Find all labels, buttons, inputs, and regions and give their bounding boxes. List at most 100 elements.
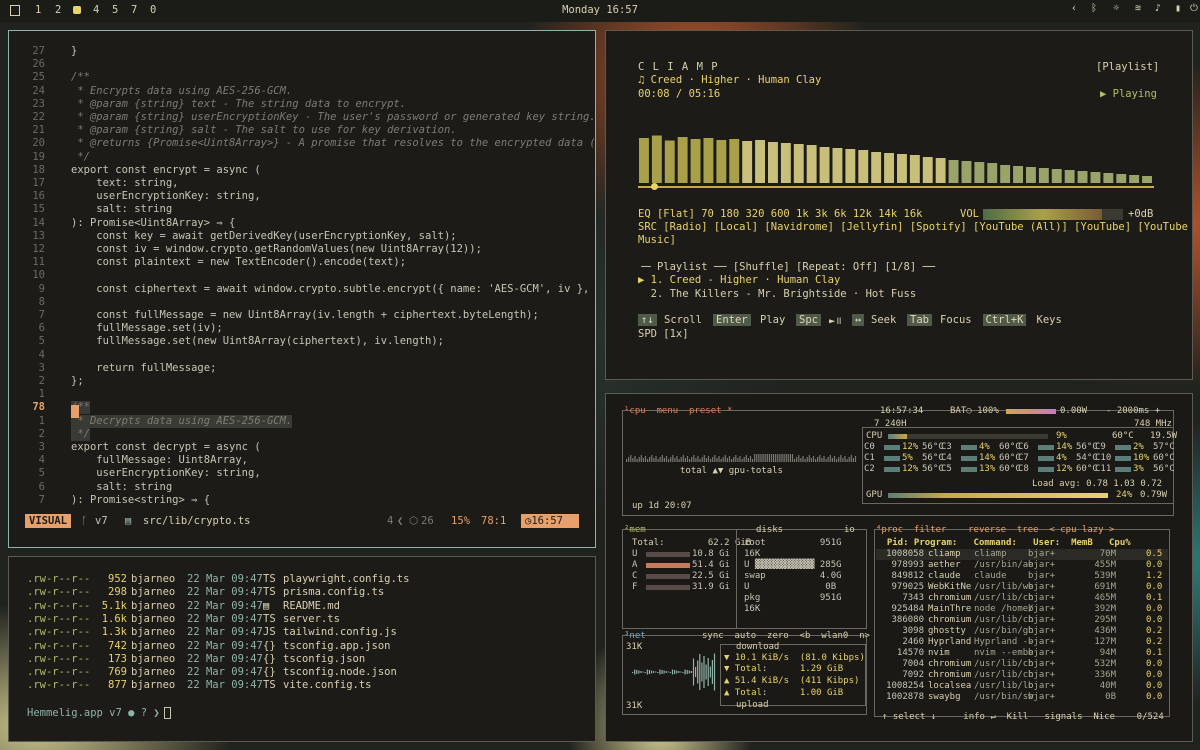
proc-row[interactable]: 14570 nvim nvim --embe bjar+ 94M 0.1 [876, 648, 1168, 659]
proc-col-4: 70M [1099, 549, 1116, 559]
battery-icon[interactable]: ▮ [1172, 3, 1184, 17]
file-row[interactable]: .rw-r--r-- 1.6k bjarneo 22 Mar 09:47 TS serve… [27, 613, 587, 626]
file-date: 22 Mar 09:47 [187, 679, 263, 692]
cpu-graph-bar [854, 456, 857, 462]
proc-col-2: nvim --embe [974, 648, 1034, 658]
line-number: 7 [38, 493, 45, 506]
file-row[interactable]: .rw-r--r-- 769 bjarneo 22 Mar 09:47{} tsconf… [27, 666, 587, 679]
proc-row[interactable]: 1002878 swaybg/usr/bin/sw bjar+ 0B 0.0 [876, 692, 1168, 703]
key-label: Keys [1036, 314, 1062, 326]
file-icon: ▤ [263, 599, 270, 612]
proc-col-2: /usr/lib/ch [974, 659, 1034, 669]
bluetooth-icon[interactable]: ᛒ [1088, 3, 1100, 17]
proc-row[interactable]: 1008254 localsea/usr/lib/lo bjar+ 40M 0.0 [876, 681, 1168, 692]
load-average: Load avg: 0.78 1.03 0.72 [1032, 479, 1163, 489]
proc-row[interactable]: 2460 Hyprland Hyprland -- bjar+ 127M 0.2 [876, 637, 1168, 648]
code-line: 23 * @param {string} text - The string d… [9, 98, 594, 111]
source-list[interactable]: SRC [Radio] [Local] [Navidrome] [Jellyfi… [638, 221, 1188, 234]
proc-row[interactable]: 7004 chromium/usr/lib/ch bjar+ 532M 0.0 [876, 659, 1168, 670]
cpu-total-watt: 19.5W [1150, 431, 1178, 441]
playlist-item-2[interactable]: 2. The Killers - Mr. Brightside · Hot Fu… [638, 288, 917, 301]
seek-knob[interactable] [650, 183, 658, 190]
cpu-graph-bar [758, 454, 760, 462]
proc-row[interactable]: 979025 WebKitNe/usr/lib/we bjar+ 691M 0.0 [876, 582, 1168, 593]
proc-col-4: 436M [1094, 626, 1116, 636]
line-number: 5 [38, 335, 45, 348]
proc-row[interactable]: 7343 chromium/usr/lib/ch bjar+ 465M 0.1 [876, 593, 1168, 604]
net-menu[interactable]: sync auto zero <b wlan0 n> [702, 631, 870, 642]
clock[interactable]: Monday 16:57 [0, 4, 1200, 16]
proc-row[interactable]: 7092 chromium/usr/lib/ch bjar+ 336M 0.0 [876, 670, 1168, 681]
file-row[interactable]: .rw-r--r-- 1.3k bjarneo 22 Mar 09:47 JS tailw… [27, 626, 587, 639]
btop-window[interactable]: ¹cpu menu preset * 16:57:34 BAT○ 100% 0.… [605, 393, 1193, 742]
status-line: VISUAL ᚴ v7 ▤ src/lib/crypto.ts 4 ❮ ⬡ 26… [9, 514, 594, 528]
disk-row: pkg 951G [744, 593, 842, 603]
spectrum-bar [1103, 173, 1114, 183]
proc-row[interactable]: 849812 claude claude bjar+ 539M 1.2 [876, 571, 1168, 582]
net-title: ³net [624, 631, 646, 641]
proc-col-5: 0.0 [1146, 560, 1163, 570]
power-icon[interactable]: ⏻ [1188, 3, 1200, 17]
wifi-icon[interactable]: ≋ [1132, 3, 1144, 17]
proc-row[interactable]: 386080 chromium/usr/lib/ch bjar+ 295M 0.0 [876, 615, 1168, 626]
file-path[interactable]: src/lib/crypto.ts [143, 514, 250, 528]
core-pct: 4% [1056, 453, 1067, 463]
line-number: 1 [38, 414, 45, 427]
file-perm: .rw-r--r-- [27, 679, 91, 692]
file-row[interactable]: .rw-r--r-- 952 bjarneo 22 Mar 09:47 TS playwr… [27, 573, 587, 586]
cpu-header[interactable]: ¹cpu menu preset * [624, 406, 732, 417]
core-pct: 4% [979, 442, 990, 452]
file-row[interactable]: .rw-r--r-- 5.1k bjarneo 22 Mar 09:47 ▤ README… [27, 600, 587, 613]
core-bar [1115, 467, 1131, 472]
cpu-graph-bar [838, 457, 840, 462]
shell-prompt[interactable]: Hemmelig.app v7 ● ? ❯ [27, 707, 171, 719]
code-text: return fullMessage; [71, 361, 217, 374]
volume-icon[interactable]: ♪ [1152, 3, 1164, 17]
mem-value: 31.9 Gi [692, 582, 730, 592]
source-list-cont[interactable]: Music] [638, 234, 676, 247]
cpu-graph-bar [781, 454, 783, 462]
proc-col-2: /usr/bin/gh [974, 626, 1034, 636]
proc-col-2: /usr/lib/we [974, 582, 1034, 592]
file-icon: {} [263, 639, 276, 652]
cpu-graph-bar [802, 456, 804, 462]
proc-rows[interactable]: 1008058 cliamp cliamp bjar+ 70M 0.5 978993 aeth… [876, 549, 1168, 705]
file-row[interactable]: .rw-r--r-- 877 bjarneo 22 Mar 09:47 TS vite.c… [27, 679, 587, 692]
player-window[interactable]: C L I A M P ♫ Creed · Higher · Human Cla… [605, 30, 1193, 380]
code-text: }; [71, 375, 84, 387]
terminal-window[interactable]: .rw-r--r-- 952 bjarneo 22 Mar 09:47 TS playwr… [8, 556, 596, 742]
eq-bands[interactable]: EQ [Flat] 70 180 320 600 1k 3k 6k 12k 14… [638, 208, 922, 221]
net-graph-bar [661, 670, 663, 674]
proc-row[interactable]: 925484 MainThre node /home/bjar+ 392M 0.0 [876, 604, 1168, 615]
proc-row[interactable]: 978993 aether/usr/bin/ae bjar+ 455M 0.0 [876, 560, 1168, 571]
playlist-item-1[interactable]: ▶ 1. Creed - Higher · Human Clay [638, 274, 840, 287]
proc-footer[interactable]: ↑ select ↓ info ↵ Kill signals Nice 0/52… [882, 712, 1164, 723]
seek-bar[interactable] [638, 183, 1154, 190]
file-row[interactable]: .rw-r--r-- 173 bjarneo 22 Mar 09:47{} tsconf… [27, 653, 587, 666]
proc-row[interactable]: 3098 ghostty/usr/bin/gh bjar+ 436M 0.2 [876, 626, 1168, 637]
file-row[interactable]: .rw-r--r-- 742 bjarneo 22 Mar 09:47{} tsconf… [27, 640, 587, 653]
editor-window[interactable]: 27} 26 25/** 24 * Encrypts data using AES-2… [8, 30, 596, 548]
key-label: Focus [940, 314, 972, 326]
proc-col-3: bjar+ [1028, 571, 1056, 581]
code-text: fullMessage: Uint8Array, [71, 454, 249, 467]
cpu-graph-bar [632, 458, 634, 462]
proc-row[interactable]: 1008058 cliamp cliamp bjar+ 70M 0.5 [876, 549, 1168, 560]
brightness-icon[interactable]: ☼ [1110, 3, 1122, 17]
file-row[interactable]: .rw-r--r-- 298 bjarneo 22 Mar 09:47 TS prisma… [27, 586, 587, 599]
chevron-left-icon[interactable]: ‹ [1068, 3, 1080, 17]
playlist-button[interactable]: [Playlist] [1096, 61, 1159, 74]
disk-row: U 0B [744, 582, 837, 592]
speed[interactable]: SPD [1x] [638, 328, 689, 341]
code-area[interactable]: 27} 26 25/** 24 * Encrypts data using AES-2… [9, 45, 594, 525]
proc-title[interactable]: ⁴proc filter reverse tree < cpu lazy > [876, 525, 1114, 536]
spectrum-bar [1129, 175, 1140, 183]
update-interval[interactable]: - 2000ms + [1106, 406, 1160, 417]
volume-bar[interactable] [983, 209, 1123, 220]
line-number: 14 [32, 216, 45, 229]
core-bar [1038, 467, 1054, 472]
cursor-position: 78:1 [481, 515, 507, 527]
proc-col-5: 0.2 [1146, 626, 1163, 636]
cpu-graph-bar [731, 459, 733, 462]
file-list: .rw-r--r-- 952 bjarneo 22 Mar 09:47 TS playwr… [27, 573, 587, 703]
